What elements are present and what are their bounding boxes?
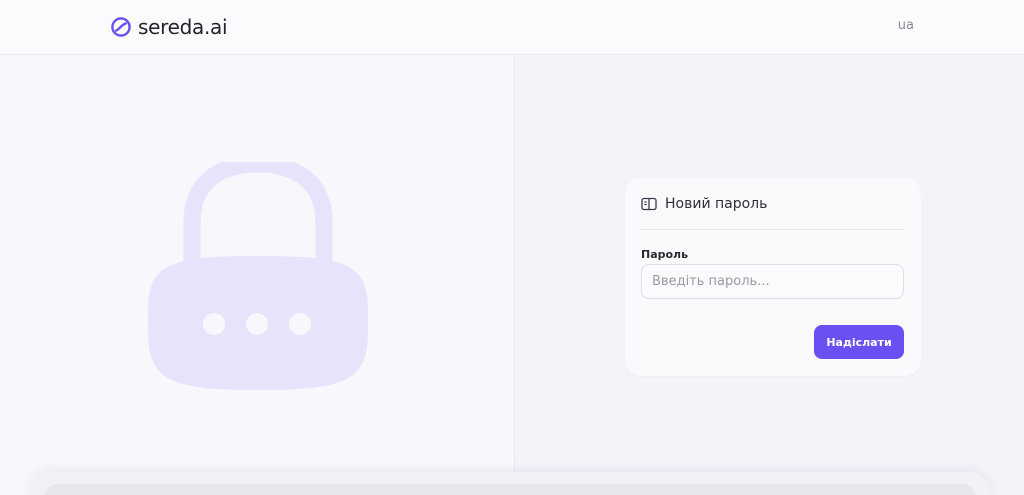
bottom-panel-inner <box>44 484 976 495</box>
language-switcher[interactable]: ua <box>898 18 914 33</box>
new-password-card: Новий пароль Пароль Надіслати <box>625 178 921 376</box>
top-header: sereda.ai ua <box>0 0 1024 55</box>
password-input[interactable] <box>641 264 904 299</box>
card-title: Новий пароль <box>665 196 768 212</box>
bottom-panel-edge <box>30 472 990 495</box>
brand-name: sereda.ai <box>138 15 228 39</box>
submit-button[interactable]: Надіслати <box>814 325 904 359</box>
lock-icon <box>148 162 368 390</box>
book-open-icon <box>641 197 657 211</box>
logo-icon <box>111 17 131 37</box>
password-label: Пароль <box>641 248 689 261</box>
brand-logo[interactable]: sereda.ai <box>110 14 228 40</box>
card-header: Новий пароль <box>641 194 767 214</box>
card-divider <box>641 229 905 230</box>
